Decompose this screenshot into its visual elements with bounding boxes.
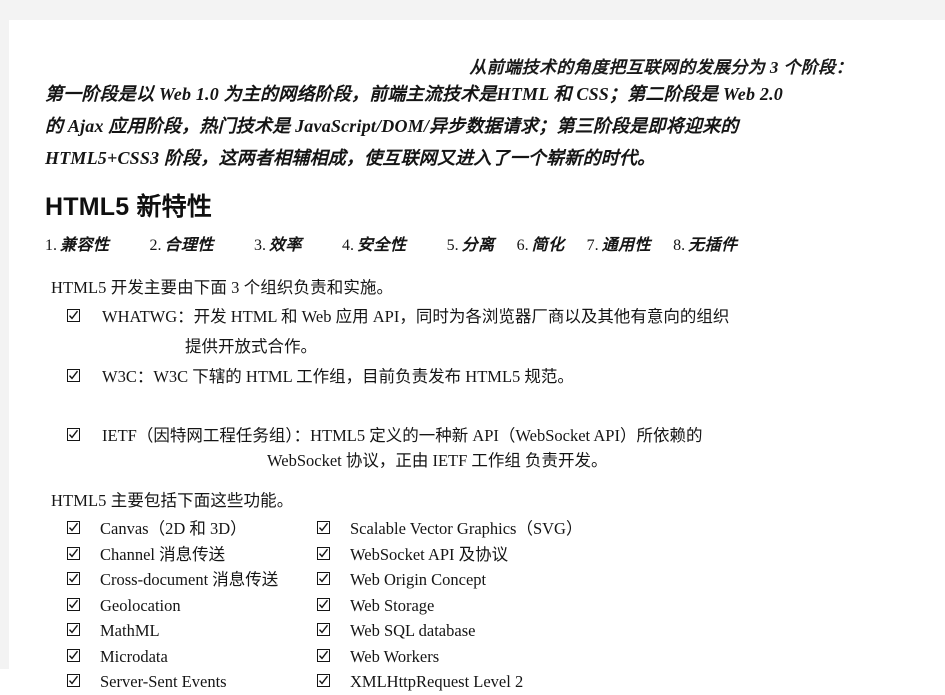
function-item-label: XMLHttpRequest Level 2	[350, 672, 524, 691]
checked-checkbox-icon	[317, 623, 330, 636]
page-edge-top-band	[0, 0, 945, 20]
intro-paragraph-line-2: 的 Ajax 应用阶段，热门技术是 JavaScript/DOM/异步数据请求；…	[45, 116, 739, 136]
functions-left-column: Canvas（2D 和 3D） Channel 消息传送 Cross-docum…	[67, 516, 317, 695]
organization-ietf-continuation-row: WebSocket 协议，正由 IETF 工作组 负责开发。	[67, 448, 945, 473]
ietf-block: IETF（因特网工程任务组）：HTML5 定义的一种新 API（WebSocke…	[9, 423, 945, 473]
numbered-item-3-label: 效率	[269, 237, 303, 254]
numbered-item-2: 2. 合理性	[150, 231, 215, 255]
numbered-item-1: 1. 兼容性	[45, 231, 110, 255]
numbered-item-1-index: 1.	[45, 237, 57, 254]
numbered-item-5-label: 分离	[461, 237, 495, 254]
function-item-label: Server-Sent Events	[100, 672, 227, 691]
numbered-feature-list: 1. 兼容性 2. 合理性 3. 效率 4. 安全性 5. 分离 6. 简化 7. 通用性 8. 无插件	[9, 231, 945, 255]
numbered-item-8-index: 8.	[673, 237, 686, 254]
checked-checkbox-icon	[67, 428, 80, 441]
organization-w3c-text: W3C：W3C 下辖的 HTML 工作组，目前负责发布 HTML5 规范。	[102, 367, 574, 386]
page-edge-left-band	[0, 0, 9, 669]
organization-whatwg-continuation: 提供开放式合作。	[185, 337, 317, 356]
intro-paragraph-line-3: HTML5+CSS3 阶段，这两者相辅相成，使互联网又进入了一个崭新的时代。	[45, 148, 656, 168]
numbered-item-4-index: 4.	[342, 237, 355, 254]
list-item: Channel 消息传送	[67, 542, 317, 568]
organization-ietf-text: IETF（因特网工程任务组）：HTML5 定义的一种新 API（WebSocke…	[102, 426, 703, 445]
checked-checkbox-icon	[67, 623, 80, 636]
organizations-list: WHATWG：开发 HTML 和 Web 应用 API，同时为各浏览器厂商以及其…	[9, 304, 945, 389]
list-item: Geolocation	[67, 593, 317, 619]
orgs-intro-line: HTML5 开发主要由下面 3 个组织负责和实施。	[51, 278, 394, 297]
numbered-item-4: 4. 安全性	[342, 231, 407, 255]
numbered-item-5-index: 5.	[446, 237, 459, 254]
list-item: MathML	[67, 618, 317, 644]
list-item: Canvas（2D 和 3D）	[67, 516, 317, 542]
function-item-label: Scalable Vector Graphics（SVG）	[350, 519, 583, 538]
list-item: XMLHttpRequest Level 2	[317, 669, 737, 695]
numbered-item-1-label: 兼容性	[60, 237, 110, 254]
function-item-label: Web Workers	[350, 646, 440, 666]
list-item: Scalable Vector Graphics（SVG）	[317, 516, 737, 542]
function-item-label: WebSocket API 及协议	[350, 544, 509, 564]
function-item-label: Microdata	[100, 646, 168, 666]
numbered-item-2-label: 合理性	[164, 237, 215, 254]
numbered-item-7-index: 7.	[586, 237, 599, 254]
list-item: Web Storage	[317, 593, 737, 619]
checked-checkbox-icon	[67, 674, 80, 687]
checked-checkbox-icon	[317, 546, 330, 560]
checked-checkbox-icon	[67, 597, 80, 611]
function-item-label: Web Storage	[350, 595, 435, 615]
numbered-item-4-label: 安全性	[357, 237, 407, 254]
checked-checkbox-icon	[317, 648, 330, 662]
checked-checkbox-icon	[317, 674, 330, 687]
list-item: Server-Sent Events	[67, 669, 317, 695]
checked-checkbox-icon	[67, 546, 80, 560]
numbered-item-8-label: 无插件	[688, 237, 738, 254]
intro-lead-line: 从前端技术的角度把互联网的发展分为 3 个阶段：	[469, 58, 853, 77]
functions-intro-line: HTML5 主要包括下面这些功能。	[51, 491, 294, 510]
checked-checkbox-icon	[67, 572, 80, 585]
intro-paragraph-line-1: 第一阶段是以 Web 1.0 为主的网络阶段，前端主流技术是HTML 和 CSS…	[45, 84, 783, 104]
organization-whatwg-continuation-row: 提供开放式合作。	[67, 334, 945, 359]
checked-checkbox-icon	[67, 369, 80, 382]
organization-ietf-continuation: WebSocket 协议，正由 IETF 工作组 负责开发。	[267, 451, 608, 470]
numbered-item-8: 8. 无插件	[673, 231, 738, 255]
function-item-label: Canvas（2D 和 3D）	[100, 519, 247, 538]
numbered-item-3-index: 3.	[254, 237, 267, 254]
list-item: Web Origin Concept	[317, 567, 737, 593]
numbered-item-5: 5. 分离	[447, 231, 495, 255]
checked-checkbox-icon	[67, 309, 80, 322]
function-item-label: Web SQL database	[350, 621, 476, 640]
functions-two-column-list: Canvas（2D 和 3D） Channel 消息传送 Cross-docum…	[9, 516, 945, 695]
function-item-label: MathML	[100, 621, 160, 640]
numbered-item-7: 7. 通用性	[587, 231, 652, 255]
list-item: Web SQL database	[317, 618, 737, 644]
checked-checkbox-icon	[317, 597, 330, 611]
checked-checkbox-icon	[67, 521, 80, 534]
list-item: Microdata	[67, 644, 317, 670]
numbered-item-2-index: 2.	[149, 237, 162, 254]
list-item: W3C：W3C 下辖的 HTML 工作组，目前负责发布 HTML5 规范。	[67, 364, 945, 389]
numbered-item-6-index: 6.	[516, 237, 529, 254]
list-item: Cross-document 消息传送	[67, 567, 317, 593]
numbered-item-7-label: 通用性	[601, 237, 652, 254]
page-title: HTML5 新特性	[45, 193, 213, 221]
numbered-item-6: 6. 简化	[517, 231, 565, 255]
checked-checkbox-icon	[67, 648, 80, 662]
checked-checkbox-icon	[317, 572, 330, 585]
organization-whatwg-text: WHATWG：开发 HTML 和 Web 应用 API，同时为各浏览器厂商以及其…	[102, 307, 730, 326]
function-item-label: Geolocation	[100, 595, 181, 615]
list-item: WebSocket API 及协议	[317, 542, 737, 568]
list-item: IETF（因特网工程任务组）：HTML5 定义的一种新 API（WebSocke…	[67, 423, 945, 448]
function-item-label: Web Origin Concept	[350, 570, 487, 589]
numbered-item-6-label: 简化	[531, 237, 565, 254]
list-item: Web Workers	[317, 644, 737, 670]
function-item-label: Channel 消息传送	[100, 544, 226, 564]
checked-checkbox-icon	[317, 521, 330, 534]
function-item-label: Cross-document 消息传送	[100, 570, 279, 589]
numbered-item-3: 3. 效率	[254, 231, 302, 255]
document-page: 从前端技术的角度把互联网的发展分为 3 个阶段： 第一阶段是以 Web 1.0 …	[9, 20, 945, 691]
list-item: WHATWG：开发 HTML 和 Web 应用 API，同时为各浏览器厂商以及其…	[67, 304, 945, 329]
functions-right-column: Scalable Vector Graphics（SVG） WebSocket …	[317, 516, 737, 695]
